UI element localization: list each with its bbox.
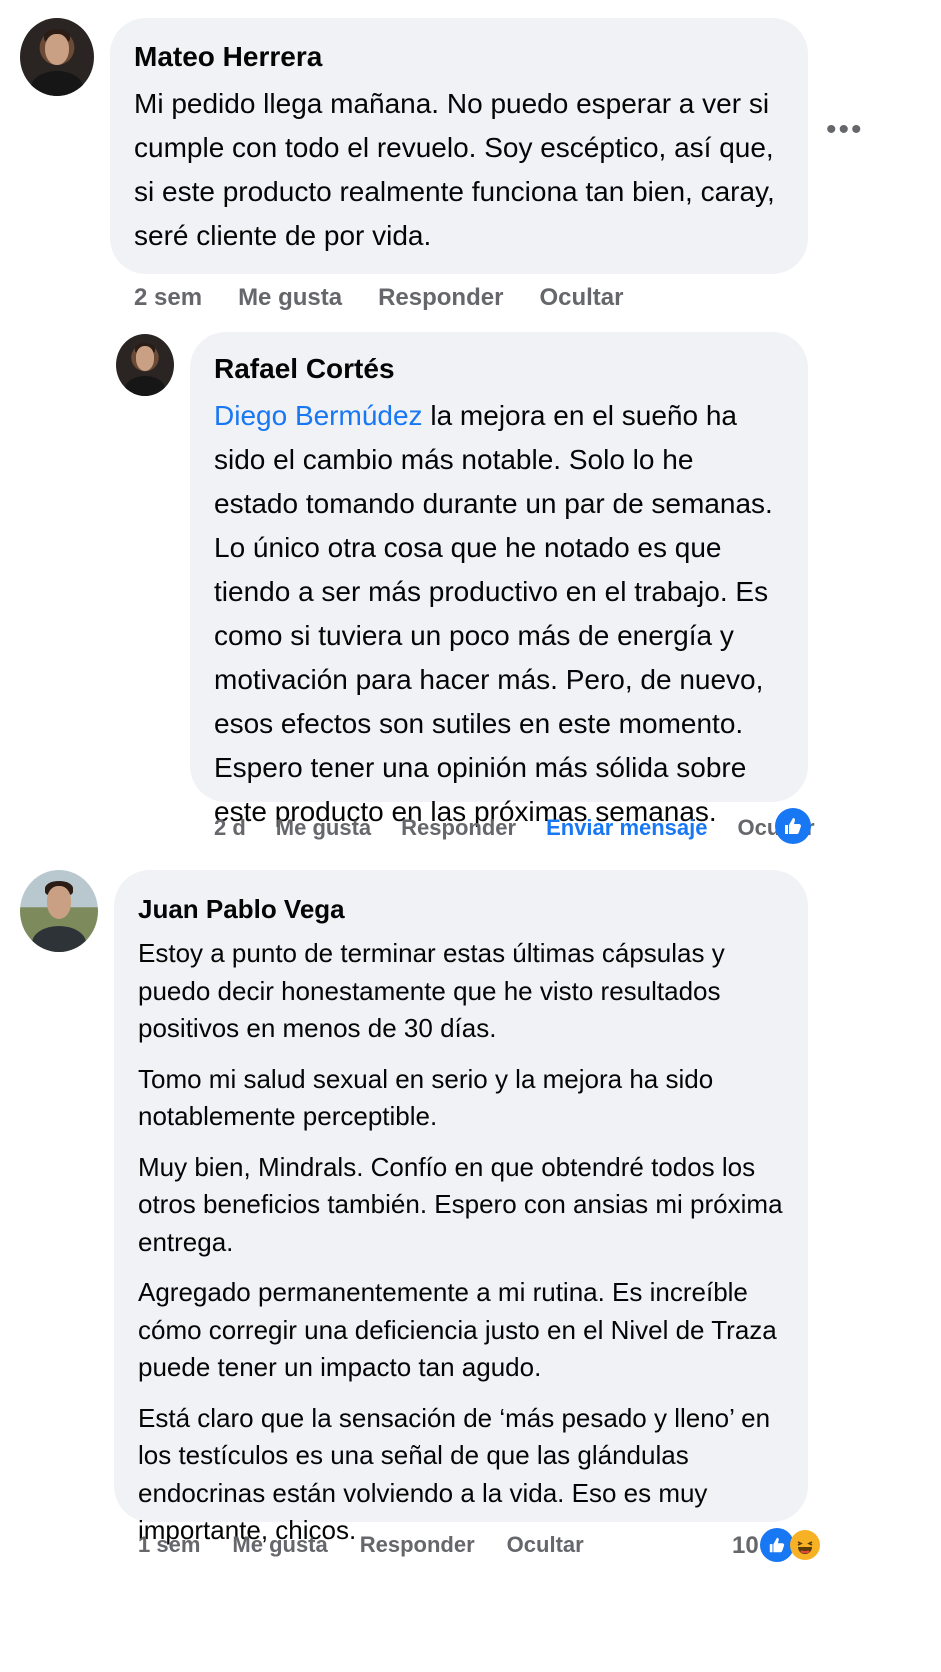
- avatar-juan-pablo-vega[interactable]: [20, 870, 98, 952]
- comment-text: Diego Bermúdez la mejora en el sueño ha …: [214, 394, 784, 834]
- avatar-mateo-herrera[interactable]: [20, 18, 94, 96]
- reply-bubble: Rafael Cortés Diego Bermúdez la mejora e…: [190, 332, 808, 827]
- comment-time[interactable]: 2 sem: [134, 284, 202, 312]
- reply-button[interactable]: Responder: [401, 815, 516, 841]
- like-button[interactable]: Me gusta: [276, 815, 371, 841]
- comment-bubble: Mateo Herrera Mi pedido llega mañana. No…: [110, 18, 808, 274]
- send-message-button[interactable]: Enviar mensaje: [546, 815, 707, 841]
- more-options-icon[interactable]: •••: [826, 115, 870, 145]
- comment-body: la mejora en el sueño ha sido el cambio …: [214, 400, 773, 827]
- comment-paragraph: Agregado permanentemente a mi rutina. Es…: [138, 1277, 777, 1382]
- comment-actions: 1 sem Me gusta Responder Ocultar: [138, 1532, 620, 1558]
- comment-author[interactable]: Mateo Herrera: [134, 40, 784, 74]
- like-button[interactable]: Me gusta: [232, 1532, 327, 1558]
- comment-bubble: Juan Pablo Vega Estoy a punto de termina…: [114, 870, 808, 1545]
- comment-time[interactable]: 1 sem: [138, 1532, 200, 1558]
- comment-time[interactable]: 2 d: [214, 815, 246, 841]
- reaction-count[interactable]: 10: [732, 1532, 759, 1560]
- laughing-face-icon[interactable]: [790, 1530, 820, 1560]
- reply-button[interactable]: Responder: [378, 284, 503, 312]
- comment-paragraph: Tomo mi salud sexual en serio y la mejor…: [138, 1063, 714, 1132]
- thumbs-up-icon[interactable]: [760, 1528, 794, 1562]
- comment-text: Mi pedido llega mañana. No puedo esperar…: [134, 88, 775, 251]
- avatar-rafael-cortes[interactable]: [116, 334, 174, 396]
- comment-text: Estoy a punto de terminar estas últimas …: [138, 935, 784, 1550]
- thumbs-up-icon[interactable]: [775, 808, 811, 844]
- mention-link[interactable]: Diego Bermúdez: [214, 400, 423, 431]
- reply-button[interactable]: Responder: [360, 1532, 475, 1558]
- hide-button[interactable]: Ocultar: [539, 284, 623, 312]
- comment-paragraph: Muy bien, Mindrals. Confío en que obtend…: [138, 1151, 783, 1257]
- comment-author[interactable]: Rafael Cortés: [214, 352, 784, 386]
- comment-author[interactable]: Juan Pablo Vega: [138, 892, 784, 926]
- comment-actions: 2 sem Me gusta Responder Ocultar: [134, 284, 659, 312]
- comment-paragraph: Está claro que la sensación de ‘más pesa…: [138, 1402, 771, 1546]
- like-button[interactable]: Me gusta: [238, 284, 342, 312]
- hide-button[interactable]: Ocultar: [507, 1532, 584, 1558]
- reply-actions: 2 d Me gusta Responder Enviar mensaje Oc…: [214, 815, 851, 841]
- comment-paragraph: Estoy a punto de terminar estas últimas …: [138, 938, 725, 1043]
